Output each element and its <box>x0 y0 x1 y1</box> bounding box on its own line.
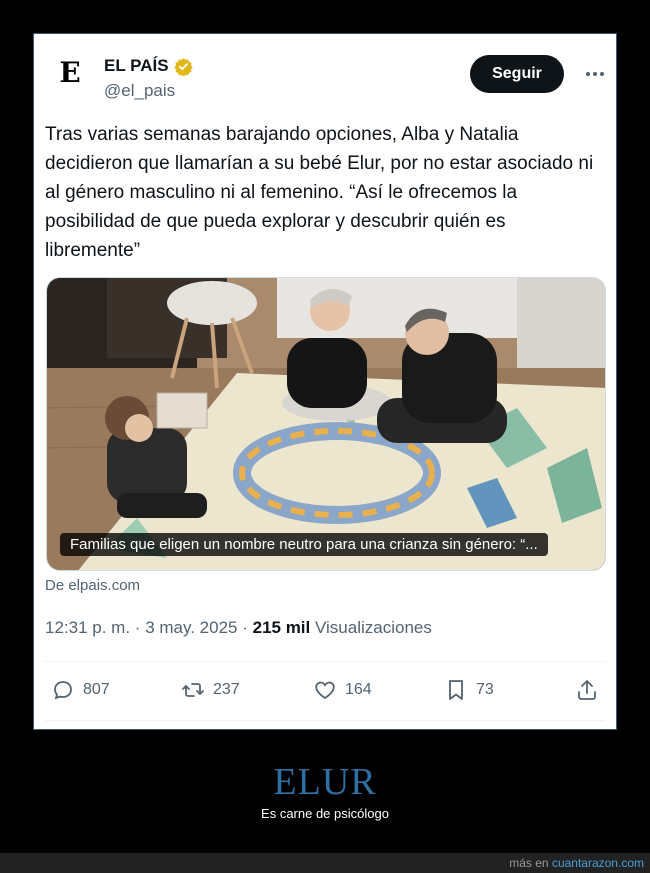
like-button[interactable]: 164 <box>313 678 372 702</box>
retweet-icon <box>182 683 204 697</box>
post-subtitle: Es carne de psicólogo <box>261 806 389 821</box>
footer-prefix: más en <box>509 856 549 870</box>
link-source[interactable]: De elpais.com <box>45 577 140 594</box>
tweet-text: Tras varias semanas barajando opciones, … <box>45 124 594 261</box>
tweet-meta: 12:31 p. m. · 3 may. 2025 · 215 mil Visu… <box>45 618 432 638</box>
link-card-caption: Familias que eligen un nombre neutro par… <box>60 533 548 556</box>
site-footer: más en cuantarazon.com <box>0 853 650 873</box>
reply-button[interactable]: 807 <box>51 678 110 702</box>
name-row: EL PAÍS <box>104 56 193 76</box>
follow-button[interactable]: Seguir <box>470 55 564 93</box>
divider <box>45 720 605 721</box>
tweet-card: E EL PAÍS @el_pais Seguir Tras varias se… <box>45 44 606 721</box>
retweet-button[interactable]: 237 <box>181 678 240 702</box>
divider <box>45 661 605 662</box>
more-options-icon[interactable] <box>585 66 605 82</box>
heart-icon <box>315 681 335 700</box>
share-icon <box>578 680 596 700</box>
action-bar: 807 237 164 73 <box>45 678 605 708</box>
reply-icon <box>54 681 72 700</box>
share-button[interactable] <box>575 678 599 702</box>
meta-separator: · <box>242 618 253 637</box>
avatar[interactable]: E <box>46 48 94 96</box>
bookmark-button[interactable]: 73 <box>444 678 494 702</box>
post-title: ELUR <box>273 761 377 803</box>
views-label: Visualizaciones <box>315 618 432 637</box>
reply-count: 807 <box>83 681 110 698</box>
account-name[interactable]: EL PAÍS <box>104 56 169 76</box>
bookmark-count: 73 <box>476 681 494 698</box>
photo-family-playmat <box>47 278 605 570</box>
bookmark-icon <box>449 680 463 700</box>
like-count: 164 <box>345 681 372 698</box>
meta-separator: · <box>134 618 146 637</box>
tweet-time[interactable]: 12:31 p. m. <box>45 618 130 637</box>
tweet-header: E EL PAÍS @el_pais Seguir <box>45 44 605 100</box>
views-count: 215 mil <box>252 618 311 637</box>
tweet-date[interactable]: 3 may. 2025 <box>145 618 237 637</box>
account-handle[interactable]: @el_pais <box>104 81 175 101</box>
verified-badge-icon <box>173 57 193 76</box>
footer-site-link[interactable]: cuantarazon.com <box>552 856 644 870</box>
link-card-image[interactable]: Familias que eligen un nombre neutro par… <box>46 277 606 571</box>
tweet-frame: E EL PAÍS @el_pais Seguir Tras varias se… <box>31 31 619 732</box>
retweet-count: 237 <box>213 681 240 698</box>
